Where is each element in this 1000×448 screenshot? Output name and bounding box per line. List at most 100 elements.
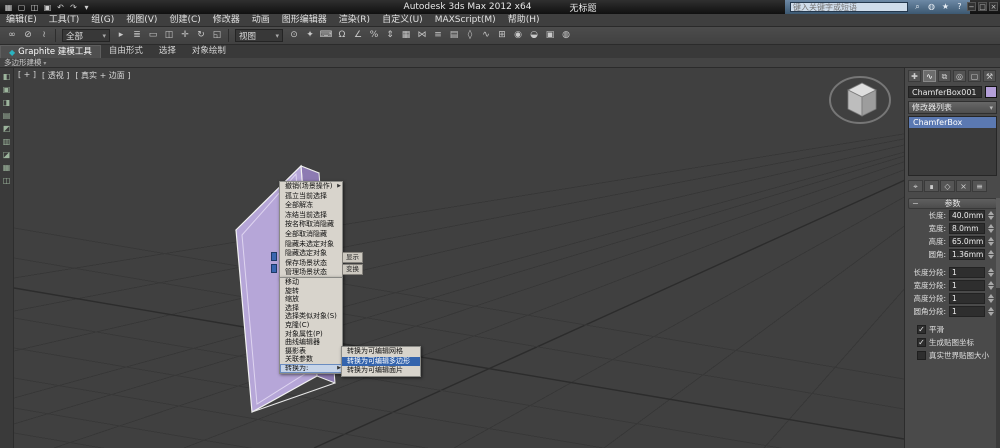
pin-stack-icon[interactable]: ⌖ [908, 180, 923, 192]
select-and-link-icon[interactable]: ∞ [4, 28, 20, 43]
tab-motion[interactable]: ◎ [953, 70, 966, 82]
left-tool-9-icon[interactable]: ◫ [2, 176, 12, 186]
quad-menu-item[interactable]: 选择 [280, 304, 342, 313]
ribbon-panel-polymodeling[interactable]: 多边形建模 [0, 57, 46, 68]
stack-item[interactable]: ChamferBox [909, 117, 996, 128]
undo-icon[interactable]: ↶ [55, 2, 66, 13]
tab-hierarchy[interactable]: ⧉ [938, 70, 951, 82]
minimize-button[interactable]: − [967, 2, 976, 11]
rollout-header[interactable]: 参数 [908, 198, 997, 209]
quad-menu-item[interactable]: 摄影表 [280, 347, 342, 356]
material-editor-icon[interactable]: ◉ [510, 28, 526, 43]
rectangular-selection-icon[interactable]: ▭ [145, 28, 161, 43]
quad-menu-item[interactable]: 隐藏未选定对象 [280, 240, 342, 250]
spinner-control[interactable] [986, 293, 995, 304]
tab-modify[interactable]: ∿ [923, 70, 936, 82]
quad-menu-item[interactable]: 选择类似对象(S) [280, 312, 342, 321]
show-end-result-icon[interactable]: ∎ [924, 180, 939, 192]
menu-item[interactable]: 组(G) [85, 14, 120, 27]
percent-snap-icon[interactable]: % [366, 28, 382, 43]
ribbon-tab[interactable]: 选择 [151, 45, 184, 58]
configure-modifier-sets-icon[interactable]: ≡ [972, 180, 987, 192]
redo-icon[interactable]: ↷ [68, 2, 79, 13]
submenu-item[interactable]: 转换为可编辑网格 [342, 347, 420, 357]
quad-menu-item[interactable]: 按名称取消隐藏 [280, 220, 342, 230]
param-input[interactable]: 1.36mm [949, 249, 985, 260]
spinner-snap-icon[interactable]: ⇕ [382, 28, 398, 43]
left-tool-2-icon[interactable]: ▣ [2, 85, 12, 95]
left-tool-6-icon[interactable]: ▥ [2, 137, 12, 147]
save-file-icon[interactable]: ▣ [42, 2, 53, 13]
select-and-manipulate-icon[interactable]: ✦ [302, 28, 318, 43]
quad-menu-item[interactable]: 关联参数 [280, 355, 342, 364]
new-scene-icon[interactable]: ▢ [16, 2, 27, 13]
unlink-selection-icon[interactable]: ⊘ [20, 28, 36, 43]
param-input[interactable]: 1 [949, 267, 985, 278]
use-pivot-center-icon[interactable]: ⊙ [286, 28, 302, 43]
object-color-swatch[interactable] [985, 86, 997, 98]
quad-menu-item[interactable]: 全部解冻 [280, 201, 342, 211]
perspective-viewport[interactable]: [ + ] [ 透视 ] [ 真实 + 边面 ] 撤销(场景操作) ▶ 孤立当前… [14, 68, 904, 448]
panel-scrollbar[interactable] [996, 198, 1000, 448]
spinner-control[interactable] [986, 306, 995, 317]
quad-menu-item[interactable]: 隐藏选定对象 [280, 249, 342, 259]
angle-snap-icon[interactable]: ∠ [350, 28, 366, 43]
close-button[interactable]: × [989, 2, 998, 11]
menu-item[interactable]: 图形编辑器 [276, 14, 333, 27]
help-icon[interactable]: ? [954, 0, 965, 14]
render-production-icon[interactable]: ◍ [558, 28, 574, 43]
quad-menu-item[interactable]: 克隆(C) [280, 321, 342, 330]
checkbox[interactable] [917, 351, 926, 360]
ribbon-tab[interactable]: 自由形式 [101, 45, 151, 58]
spinner-control[interactable] [986, 210, 995, 221]
menu-item[interactable]: 修改器 [207, 14, 246, 27]
menu-item[interactable]: 创建(C) [163, 14, 206, 27]
schematic-view-icon[interactable]: ⊞ [494, 28, 510, 43]
menu-item[interactable]: MAXScript(M) [429, 14, 502, 27]
keyboard-override-icon[interactable]: ⌨ [318, 28, 334, 43]
checkbox[interactable] [917, 338, 926, 347]
snap-toggle-3d-icon[interactable]: Ω [334, 28, 350, 43]
select-and-scale-icon[interactable]: ◱ [209, 28, 225, 43]
menu-item[interactable]: 动画 [246, 14, 276, 27]
spinner-control[interactable] [986, 267, 995, 278]
bind-to-space-warp-icon[interactable]: ≀ [36, 28, 52, 43]
ribbon-tab[interactable]: 对象绘制 [184, 45, 234, 58]
render-setup-icon[interactable]: ◒ [526, 28, 542, 43]
quad-menu-item[interactable]: 缩放 [280, 295, 342, 304]
left-tool-1-icon[interactable]: ◧ [2, 72, 12, 82]
quad-menu-item[interactable]: 全部取消隐藏 [280, 230, 342, 240]
favorites-icon[interactable]: ★ [940, 0, 951, 14]
quad-menu-item[interactable]: 旋转 [280, 287, 342, 296]
graphite-toggle-icon[interactable]: ◊ [462, 28, 478, 43]
quad-menu-item[interactable]: 对象属性(P) [280, 330, 342, 339]
tab-utilities[interactable]: ⚒ [983, 70, 996, 82]
left-tool-8-icon[interactable]: ▦ [2, 163, 12, 173]
workspace-dropdown-icon[interactable]: ▾ [81, 2, 92, 13]
spinner-control[interactable] [986, 223, 995, 234]
menu-item[interactable]: 渲染(R) [333, 14, 376, 27]
window-crossing-icon[interactable]: ◫ [161, 28, 177, 43]
param-input[interactable]: 8.0mm [949, 223, 985, 234]
quad-menu-item[interactable]: 保存场景状态 [280, 259, 342, 269]
left-tool-3-icon[interactable]: ◨ [2, 98, 12, 108]
select-and-rotate-icon[interactable]: ↻ [193, 28, 209, 43]
param-input[interactable]: 1 [949, 280, 985, 291]
select-by-name-icon[interactable]: ≣ [129, 28, 145, 43]
left-tool-4-icon[interactable]: ▤ [2, 111, 12, 121]
spinner-control[interactable] [986, 236, 995, 247]
rendered-frame-icon[interactable]: ▣ [542, 28, 558, 43]
curve-editor-icon[interactable]: ∿ [478, 28, 494, 43]
selection-filter-dropdown[interactable]: 全部 [62, 29, 110, 42]
select-object-icon[interactable]: ▸ [113, 28, 129, 43]
mirror-icon[interactable]: ⋈ [414, 28, 430, 43]
reference-coordinate-dropdown[interactable]: 视图 [235, 29, 283, 42]
quad-menu-item[interactable]: 转换为: ▶ [280, 364, 342, 373]
align-icon[interactable]: ≡ [430, 28, 446, 43]
quad-menu-item[interactable]: 曲线编辑器 [280, 338, 342, 347]
menu-item[interactable]: 编辑(E) [0, 14, 43, 27]
menu-item[interactable]: 工具(T) [43, 14, 86, 27]
communication-center-icon[interactable]: ◍ [926, 0, 937, 14]
search-go-icon[interactable]: ⌕ [912, 0, 923, 14]
submenu-item[interactable]: 转换为可编辑多边形 [342, 357, 420, 367]
